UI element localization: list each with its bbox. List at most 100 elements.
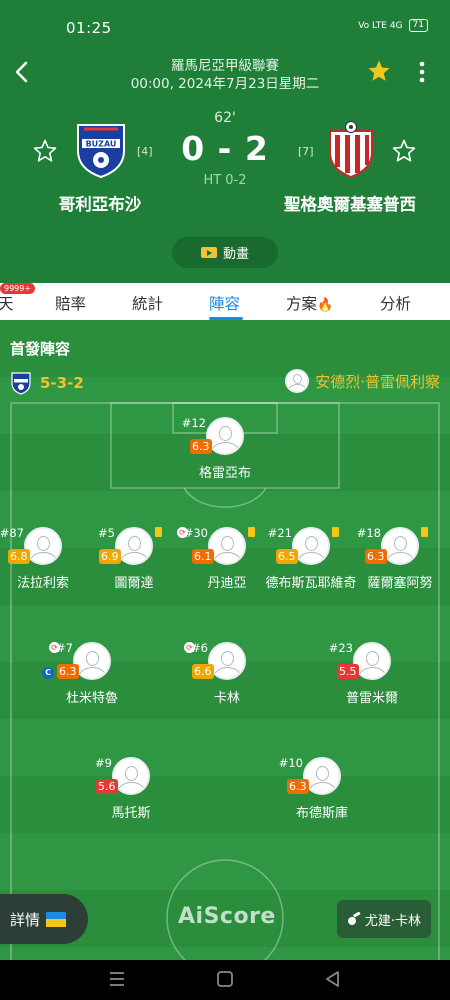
back-arrow-icon[interactable] (10, 58, 34, 86)
coach-info[interactable]: 安德烈·普雷佩利察 (285, 369, 440, 393)
tab-analysis[interactable]: 分析 (380, 292, 411, 314)
halftime-score: HT 0-2 (203, 173, 247, 188)
player-number: #5 (98, 526, 115, 540)
player-number: #21 (267, 526, 292, 540)
player-number: #87 (0, 526, 24, 540)
player-rating: 6.6 (192, 664, 214, 679)
flag-icon (46, 911, 67, 927)
coach-name: 安德烈·普雷佩利察 (315, 372, 440, 391)
player-rating: 6.3 (190, 439, 212, 454)
lineup-title: 首發陣容 (10, 340, 71, 358)
formation-row: 5-3-2 (10, 371, 84, 395)
home-rank: [4] (137, 145, 153, 158)
player-number: #12 (181, 416, 206, 430)
player-card[interactable]: #10 6.3 布德斯庫 (257, 756, 387, 837)
match-minute: 62' (214, 110, 236, 126)
player-avatar (112, 757, 150, 795)
player-card[interactable]: ⟳ #6 6.6 卡林 (162, 641, 292, 722)
status-time: 01:25 (66, 19, 112, 37)
lineup-pitch: 首發陣容 5-3-2 安德烈·普雷佩利察 #12 6.3 格雷亞布 #87 6.… (0, 320, 450, 960)
system-nav-bar (0, 960, 450, 1000)
away-team-name[interactable]: 聖格奧爾基塞普西 (270, 191, 430, 215)
recent-apps-icon[interactable] (102, 964, 132, 994)
player-number: #9 (95, 756, 112, 770)
player-avatar (115, 527, 153, 565)
formation-text: 5-3-2 (40, 374, 84, 392)
fire-icon: 🔥 (317, 298, 334, 313)
yellow-card-icon (155, 527, 162, 537)
player-name: 薩爾塞阿努 (367, 576, 433, 591)
coach-avatar (285, 369, 310, 393)
player-name: 布德斯庫 (295, 806, 348, 821)
player-rating: 6.3 (57, 664, 79, 679)
animation-play-icon (200, 247, 217, 258)
away-follow-star-icon[interactable] (392, 139, 416, 163)
player-card[interactable]: #23 5.5 普雷米爾 (307, 641, 437, 722)
whistle-icon (347, 912, 361, 925)
away-team-logo[interactable] (324, 121, 378, 179)
player-name: 杜米特魯 (65, 691, 118, 706)
battery-icon: 71 (408, 19, 428, 32)
match-date: 00:00, 2024年7月23日星期二 (130, 76, 320, 92)
home-team-name[interactable]: 哥利亞布沙 (30, 191, 170, 215)
match-screen: 01:25 Vo LTE 4G 71 羅馬尼亞甲級聯賽 00:00, 2024年… (0, 0, 450, 1000)
details-label: 詳情 (10, 910, 41, 929)
animation-label: 動畫 (222, 247, 249, 262)
player-number: #30 (183, 526, 208, 540)
captain-badge: C (42, 667, 54, 679)
player-avatar (353, 642, 391, 680)
tab-plans[interactable]: 方案🔥 (286, 292, 333, 314)
tab-plans-label: 方案 (286, 295, 318, 313)
home-logo-text: BUZAU (86, 140, 117, 149)
league-name[interactable]: 羅馬尼亞甲級聯賽 (100, 54, 350, 74)
player-card[interactable]: #18 6.3 薩爾塞阿努 (335, 526, 450, 607)
referee-name: 尤建·卡林 (364, 913, 422, 929)
player-name: 格雷亞布 (198, 466, 251, 481)
aiscore-watermark: AiScore (178, 904, 276, 929)
tab-lineup[interactable]: 陣容 (209, 292, 240, 314)
player-avatar (73, 642, 111, 680)
player-number: #23 (328, 641, 353, 655)
player-rating: 6.5 (276, 549, 298, 564)
home-team-mini-logo (11, 372, 31, 395)
home-team-logo[interactable]: BUZAU (74, 121, 128, 179)
player-card[interactable]: #12 6.3 格雷亞布 (160, 416, 290, 497)
tab-chat[interactable]: 天 (0, 292, 14, 314)
tab-odds[interactable]: 賠率 (55, 292, 86, 314)
player-rating: 6.8 (8, 549, 30, 564)
away-rank: [7] (298, 145, 314, 158)
player-card[interactable]: ⟳ #7 C 6.3 杜米特魯 (27, 641, 157, 722)
referee-button[interactable]: 尤建·卡林 (337, 900, 431, 938)
tab-bar: 天 賠率 統計 陣容 方案🔥 分析 (0, 283, 450, 320)
player-rating: 5.6 (96, 779, 118, 794)
pitch-lines (10, 402, 440, 960)
player-card[interactable]: #9 5.6 馬托斯 (66, 756, 196, 837)
yellow-card-icon (421, 527, 428, 537)
player-number: #6 (191, 641, 208, 655)
back-triangle-icon[interactable] (318, 964, 348, 994)
animation-button[interactable]: 動畫 (172, 237, 278, 268)
player-name: 普雷米爾 (345, 691, 398, 706)
details-button[interactable]: 詳情 (0, 894, 88, 944)
player-number: #18 (356, 526, 381, 540)
home-follow-star-icon[interactable] (33, 139, 57, 163)
network-icons: Vo LTE 4G (358, 20, 403, 31)
match-header: 01:25 Vo LTE 4G 71 羅馬尼亞甲級聯賽 00:00, 2024年… (0, 0, 450, 283)
player-avatar (303, 757, 341, 795)
match-score: 0 - 2 (181, 129, 269, 168)
player-rating: 6.9 (99, 549, 121, 564)
player-avatar (206, 417, 244, 455)
player-number: #10 (278, 756, 303, 770)
favorite-star-icon[interactable] (367, 59, 391, 83)
player-avatar (381, 527, 419, 565)
tab-stats[interactable]: 統計 (132, 292, 163, 314)
player-rating: 6.3 (287, 779, 309, 794)
player-avatar (208, 527, 246, 565)
player-avatar (208, 642, 246, 680)
chat-count-badge: 9999+ (0, 283, 36, 294)
more-options-icon[interactable] (414, 61, 430, 83)
player-avatar (24, 527, 62, 565)
player-name: 馬托斯 (111, 806, 151, 821)
player-rating: 6.3 (365, 549, 387, 564)
home-icon[interactable] (210, 964, 240, 994)
